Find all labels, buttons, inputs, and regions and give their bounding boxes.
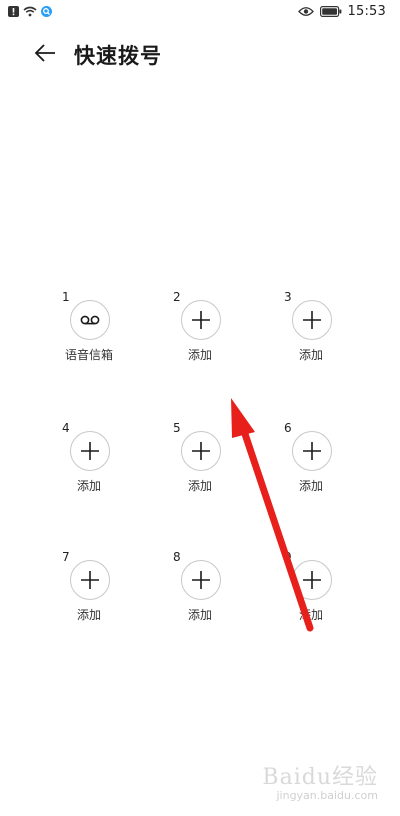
speed-dial-screen: 15:53 快速拨号 1 语音信箱 2 添加 3 添加 4 添加 5 添加 6 … bbox=[0, 0, 400, 816]
slot-label: 添加 bbox=[298, 479, 323, 493]
baidu-watermark: Baidu经验 jingyan.baidu.com bbox=[262, 759, 378, 802]
search-app-icon bbox=[41, 6, 52, 17]
eye-icon bbox=[297, 7, 314, 16]
plus-icon bbox=[81, 571, 99, 589]
add-contact-button[interactable] bbox=[292, 431, 332, 471]
plus-icon bbox=[303, 571, 321, 589]
status-right-icons: 15:53 bbox=[297, 4, 386, 19]
slot-number: 1 bbox=[62, 290, 70, 304]
plus-icon bbox=[303, 442, 321, 460]
plus-icon bbox=[81, 442, 99, 460]
slot-label: 添加 bbox=[187, 479, 212, 493]
status-left-icons bbox=[8, 6, 52, 17]
add-contact-button[interactable] bbox=[181, 300, 221, 340]
annotation-arrow bbox=[231, 398, 314, 632]
slot-label: 语音信箱 bbox=[64, 348, 113, 362]
back-arrow-icon bbox=[34, 44, 55, 62]
back-button[interactable] bbox=[30, 38, 60, 68]
slot-label: 添加 bbox=[187, 608, 212, 622]
slot-number: 2 bbox=[173, 290, 181, 304]
battery-icon bbox=[319, 6, 341, 17]
add-contact-button[interactable] bbox=[292, 560, 332, 600]
add-contact-button[interactable] bbox=[181, 560, 221, 600]
slot-number: 9 bbox=[284, 550, 292, 564]
slot-number: 8 bbox=[173, 550, 181, 564]
watermark-url: jingyan.baidu.com bbox=[276, 789, 378, 802]
wifi-icon bbox=[23, 6, 37, 17]
slot-number: 5 bbox=[173, 421, 181, 435]
slot-number: 6 bbox=[284, 421, 292, 435]
slot-label: 添加 bbox=[76, 608, 101, 622]
speed-dial-slot-6[interactable]: 6 添加 bbox=[284, 421, 394, 511]
slot-label: 添加 bbox=[76, 479, 101, 493]
slot-label: 添加 bbox=[298, 348, 323, 362]
plus-icon bbox=[192, 442, 210, 460]
add-contact-button[interactable] bbox=[181, 431, 221, 471]
speed-dial-slot-5[interactable]: 5 添加 bbox=[173, 421, 283, 511]
speed-dial-slot-4[interactable]: 4 添加 bbox=[62, 421, 172, 511]
speed-dial-slot-9[interactable]: 9 添加 bbox=[284, 550, 394, 640]
slot-label: 添加 bbox=[187, 348, 212, 362]
alert-icon bbox=[8, 6, 19, 17]
speed-dial-slot-8[interactable]: 8 添加 bbox=[173, 550, 283, 640]
add-contact-button[interactable] bbox=[70, 560, 110, 600]
app-header: 快速拨号 bbox=[0, 30, 400, 80]
plus-icon bbox=[192, 311, 210, 329]
speed-dial-slot-2[interactable]: 2 添加 bbox=[173, 290, 283, 380]
plus-icon bbox=[303, 311, 321, 329]
voicemail-icon bbox=[80, 315, 100, 325]
speed-dial-slot-3[interactable]: 3 添加 bbox=[284, 290, 394, 380]
status-bar: 15:53 bbox=[0, 0, 400, 26]
speed-dial-slot-7[interactable]: 7 添加 bbox=[62, 550, 172, 640]
slot-number: 3 bbox=[284, 290, 292, 304]
add-contact-button[interactable] bbox=[70, 431, 110, 471]
plus-icon bbox=[192, 571, 210, 589]
slot-label: 添加 bbox=[298, 608, 323, 622]
status-time: 15:53 bbox=[347, 4, 386, 19]
watermark-brand: Baidu经验 bbox=[262, 765, 378, 790]
add-contact-button[interactable] bbox=[292, 300, 332, 340]
slot-number: 7 bbox=[62, 550, 70, 564]
speed-dial-slot-1[interactable]: 1 语音信箱 bbox=[62, 290, 172, 380]
slot-number: 4 bbox=[62, 421, 70, 435]
voicemail-button[interactable] bbox=[70, 300, 110, 340]
page-title: 快速拨号 bbox=[74, 44, 162, 68]
